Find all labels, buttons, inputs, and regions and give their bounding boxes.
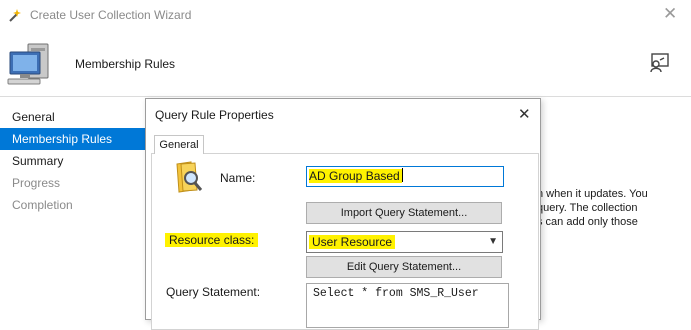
window-title: Create User Collection Wizard (30, 8, 192, 22)
background-line: query. The collection (537, 202, 638, 214)
background-line: n when it updates. You (537, 188, 648, 200)
name-label: Name: (220, 171, 256, 185)
background-description: n when it updates. You query. The collec… (537, 187, 648, 229)
chevron-down-icon: ▼ (488, 236, 498, 247)
name-field[interactable]: AD Group Based (306, 166, 504, 187)
query-rule-dialog: Query Rule Properties ✕ General Name: AD… (145, 98, 541, 330)
import-query-button[interactable]: Import Query Statement... (306, 202, 502, 224)
background-line: s can add only those (537, 216, 638, 228)
help-icon[interactable] (648, 52, 670, 74)
resource-class-label: Resource class: (165, 233, 259, 247)
page-title: Membership Rules (75, 57, 176, 71)
name-value: AD Group Based (309, 169, 402, 183)
computer-icon (7, 43, 49, 85)
wizard-nav: General Membership Rules Summary Progres… (0, 106, 145, 216)
resource-class-select[interactable]: User Resource ▼ (306, 231, 503, 253)
close-icon[interactable]: ✕ (663, 4, 677, 24)
nav-item-completion[interactable]: Completion (0, 194, 145, 216)
tab-general[interactable]: General (154, 135, 204, 154)
wizard-app-icon (9, 9, 21, 22)
dialog-close-icon[interactable]: ✕ (518, 105, 531, 123)
nav-item-summary[interactable]: Summary (0, 150, 145, 172)
nav-item-progress[interactable]: Progress (0, 172, 145, 194)
wizard-header: Membership Rules (0, 30, 691, 97)
resource-class-value: User Resource (309, 235, 396, 249)
dialog-title: Query Rule Properties (155, 108, 274, 122)
query-icon (176, 161, 203, 193)
nav-item-membership-rules[interactable]: Membership Rules (0, 128, 145, 150)
text-caret (401, 168, 403, 182)
query-statement-label: Query Statement: (166, 285, 261, 299)
edit-query-button[interactable]: Edit Query Statement... (306, 256, 502, 278)
nav-item-general[interactable]: General (0, 106, 145, 128)
title-bar: Create User Collection Wizard ✕ (0, 0, 691, 30)
query-statement-field[interactable]: Select * from SMS_R_User (306, 283, 509, 328)
